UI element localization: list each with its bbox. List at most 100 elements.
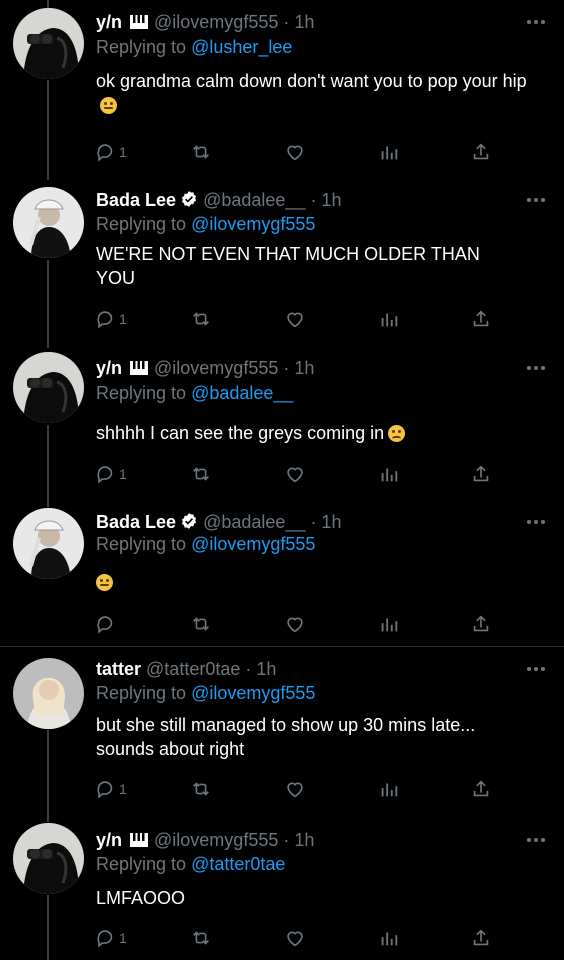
tweet-header: Bada Lee @badalee__ · 1h <box>96 512 341 533</box>
analytics-button[interactable] <box>378 462 400 486</box>
analytics-button[interactable] <box>378 307 400 331</box>
share-button[interactable] <box>470 612 492 636</box>
analytics-button[interactable] <box>378 140 400 164</box>
reply-button[interactable]: 1 <box>94 462 127 486</box>
timestamp[interactable]: · 1h <box>283 830 314 850</box>
share-button[interactable] <box>470 777 492 801</box>
tweet-actions: 1 <box>0 462 564 486</box>
reply-mention-link[interactable]: @badalee__ <box>191 383 293 403</box>
tweet-actions: 1 <box>0 926 564 950</box>
avatar[interactable] <box>13 187 84 258</box>
handle[interactable]: @ilovemygf555 <box>154 830 278 850</box>
tweet[interactable]: Bada Lee @badalee__ · 1h Replying to @il… <box>0 178 564 348</box>
handle[interactable]: @ilovemygf555 <box>154 358 278 378</box>
tweet-text-content: shhhh I can see the greys coming in <box>96 423 385 443</box>
tweet-header: tatter @tatter0tae · 1h <box>96 659 276 680</box>
reply-icon <box>97 616 113 634</box>
like-button[interactable] <box>284 612 306 636</box>
handle[interactable]: @tatter0tae <box>146 659 240 679</box>
analytics-button[interactable] <box>378 612 400 636</box>
analytics-icon <box>381 932 398 946</box>
timestamp[interactable]: · 1h <box>283 12 314 32</box>
share-button[interactable] <box>470 140 492 164</box>
analytics-icon <box>381 618 398 632</box>
like-button[interactable] <box>284 140 306 164</box>
retweet-button[interactable] <box>190 462 212 486</box>
analytics-button[interactable] <box>378 926 400 950</box>
avatar[interactable] <box>13 823 84 894</box>
more-options-icon[interactable] <box>526 517 546 527</box>
share-button[interactable] <box>470 307 492 331</box>
more-options-icon[interactable] <box>526 195 546 205</box>
reply-mention-link[interactable]: @ilovemygf555 <box>191 534 315 554</box>
tweet[interactable]: y/n @ilovemygf555 · 1h Replying to @lushe… <box>0 0 564 178</box>
like-button[interactable] <box>284 307 306 331</box>
timestamp[interactable]: · 1h <box>245 659 276 679</box>
more-options-icon[interactable] <box>526 363 546 373</box>
black-hoodie-avatar-image <box>13 823 84 894</box>
cap-portrait-avatar-image <box>13 187 84 258</box>
like-button[interactable] <box>284 462 306 486</box>
display-name[interactable]: Bada Lee <box>96 190 176 210</box>
display-name[interactable]: tatter <box>96 659 141 679</box>
analytics-icon <box>381 146 398 160</box>
tweet[interactable]: y/n @ilovemygf555 · 1h Replying to @badal… <box>0 348 564 508</box>
more-options-icon[interactable] <box>526 835 546 845</box>
handle[interactable]: @ilovemygf555 <box>154 12 278 32</box>
tweet[interactable]: tatter @tatter0tae · 1h Replying to @ilo… <box>0 647 564 817</box>
reply-button[interactable]: 1 <box>94 926 127 950</box>
avatar[interactable] <box>13 8 84 79</box>
more-options-icon[interactable] <box>526 17 546 27</box>
share-icon <box>473 310 489 327</box>
timestamp[interactable]: · 1h <box>283 358 314 378</box>
reply-count: 1 <box>119 930 127 946</box>
retweet-button[interactable] <box>190 612 212 636</box>
like-button[interactable] <box>284 777 306 801</box>
reply-button[interactable]: 1 <box>94 140 127 164</box>
handle[interactable]: @badalee__ <box>203 190 305 210</box>
tweet[interactable]: Bada Lee @badalee__ · 1h Replying to @il… <box>0 500 564 645</box>
analytics-button[interactable] <box>378 777 400 801</box>
share-button[interactable] <box>470 462 492 486</box>
replying-prefix: Replying to <box>96 534 187 554</box>
reply-button[interactable]: 1 <box>94 307 127 331</box>
replying-to: Replying to @ilovemygf555 <box>96 534 315 555</box>
reply-button[interactable]: 1 <box>94 777 127 801</box>
more-options-icon[interactable] <box>526 664 546 674</box>
cap-portrait-avatar-image <box>13 508 84 579</box>
avatar[interactable] <box>13 508 84 579</box>
reply-mention-link[interactable]: @ilovemygf555 <box>191 683 315 703</box>
replying-to: Replying to @badalee__ <box>96 383 293 404</box>
display-name[interactable]: Bada Lee <box>96 512 176 532</box>
timestamp[interactable]: · 1h <box>310 190 341 210</box>
tweet-actions: 1 <box>0 140 564 164</box>
tweet-actions: 1 <box>0 777 564 801</box>
retweet-button[interactable] <box>190 140 212 164</box>
retweet-button[interactable] <box>190 777 212 801</box>
reply-count: 1 <box>119 144 127 160</box>
share-icon <box>473 143 489 160</box>
retweet-button[interactable] <box>190 926 212 950</box>
avatar[interactable] <box>13 352 84 423</box>
display-name[interactable]: y/n <box>96 12 122 32</box>
handle[interactable]: @badalee__ <box>203 512 305 532</box>
tweet-header: y/n @ilovemygf555 · 1h <box>96 358 314 379</box>
retweet-icon <box>193 145 209 159</box>
avatar[interactable] <box>13 658 84 729</box>
reply-mention-link[interactable]: @lusher_lee <box>191 37 292 57</box>
piano-icon <box>130 361 149 375</box>
verified-badge-icon <box>181 191 197 207</box>
retweet-button[interactable] <box>190 307 212 331</box>
share-button[interactable] <box>470 926 492 950</box>
timestamp[interactable]: · 1h <box>310 512 341 532</box>
piano-icon <box>130 833 149 847</box>
display-name[interactable]: y/n <box>96 830 122 850</box>
reply-mention-link[interactable]: @tatter0tae <box>191 854 285 874</box>
reply-button[interactable] <box>94 612 116 636</box>
retweet-icon <box>193 312 209 326</box>
reply-mention-link[interactable]: @ilovemygf555 <box>191 214 315 234</box>
display-name[interactable]: y/n <box>96 358 122 378</box>
like-button[interactable] <box>284 926 306 950</box>
replying-prefix: Replying to <box>96 683 187 703</box>
tweet[interactable]: y/n @ilovemygf555 · 1h Replying to @tatte… <box>0 817 564 960</box>
